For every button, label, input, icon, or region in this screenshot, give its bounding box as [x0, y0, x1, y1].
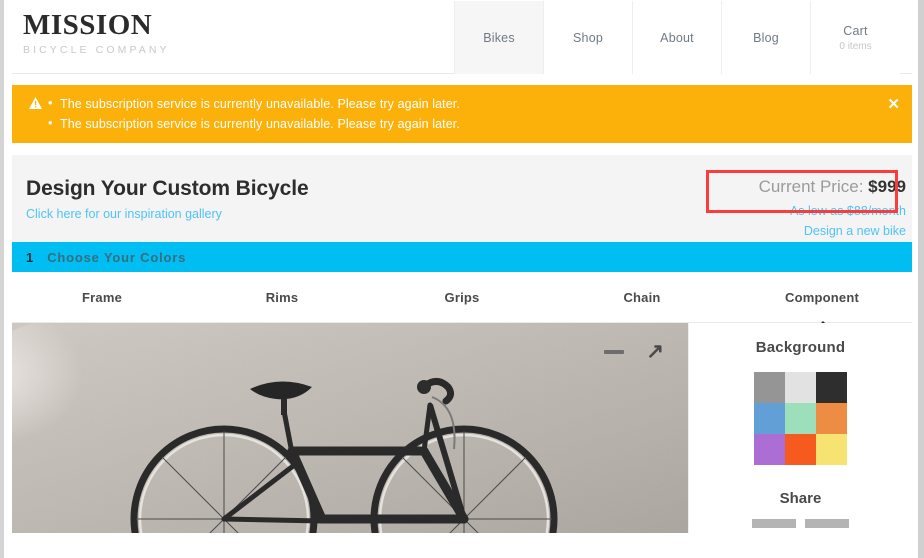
nav-item-about[interactable]: About: [632, 1, 722, 74]
nav-item-label: About: [660, 30, 694, 45]
swatch-purple[interactable]: [754, 434, 785, 465]
tab-frame[interactable]: Frame: [12, 290, 192, 305]
site-header: MISSION BICYCLE COMPANY Bikes Shop About…: [12, 0, 912, 74]
swatch-orange[interactable]: [816, 403, 847, 434]
current-price-value: $999: [868, 177, 906, 196]
zoom-out-icon[interactable]: [604, 349, 625, 354]
current-price: Current Price: $999: [759, 177, 906, 197]
background-heading: Background: [755, 339, 846, 356]
swatch-gray[interactable]: [754, 372, 785, 403]
share-button-left[interactable]: [752, 519, 796, 528]
alert-message: The subscription service is currently un…: [46, 93, 460, 114]
page-content: MISSION BICYCLE COMPANY Bikes Shop About…: [12, 0, 912, 558]
bike-builder: ↗ Background Share: [12, 323, 912, 533]
browser-scrollbar[interactable]: [918, 0, 924, 558]
alert-banner: The subscription service is currently un…: [12, 85, 912, 143]
warning-triangle-icon: [24, 94, 46, 143]
browser-left-gutter: [4, 0, 12, 558]
browser-right-gutter: [912, 0, 918, 558]
current-price-label: Current Price:: [758, 177, 864, 196]
page-title-bar: Design Your Custom Bicycle Click here fo…: [12, 155, 912, 242]
nav-item-label: Blog: [753, 30, 779, 45]
part-tab-bar: Frame Rims Grips Chain Component: [12, 272, 912, 326]
nav-item-cart[interactable]: Cart 0 items: [810, 1, 900, 74]
swatch-red-orange[interactable]: [785, 434, 816, 465]
tab-component[interactable]: Component: [732, 290, 912, 305]
cart-item-count: 0 items: [839, 40, 872, 52]
close-icon[interactable]: ✕: [887, 97, 900, 112]
nav-item-shop[interactable]: Shop: [543, 1, 633, 74]
price-block: Current Price: $999 As low as $88/month …: [759, 177, 906, 238]
logo-tagline: BICYCLE COMPANY: [23, 43, 170, 56]
main-nav: Bikes Shop About Blog Cart 0 items: [454, 1, 900, 74]
nav-item-label: Cart: [843, 23, 868, 38]
step-bar-choose-colors: 1 Choose Your Colors: [12, 242, 912, 272]
share-button-row: [752, 519, 849, 528]
nav-item-bikes[interactable]: Bikes: [454, 1, 544, 74]
logo-wordmark: MISSION: [23, 9, 153, 41]
step-label: Choose Your Colors: [47, 249, 187, 265]
swatch-charcoal[interactable]: [816, 372, 847, 403]
preview-controls: ↗: [604, 341, 664, 362]
nav-item-label: Shop: [573, 30, 603, 45]
background-swatch-grid: [754, 372, 847, 465]
share-button-right[interactable]: [805, 519, 849, 528]
nav-item-label: Bikes: [483, 30, 515, 45]
alert-message-list: The subscription service is currently un…: [46, 93, 460, 143]
site-logo[interactable]: MISSION BICYCLE COMPANY: [23, 9, 170, 56]
nav-item-blog[interactable]: Blog: [721, 1, 811, 74]
tab-rims[interactable]: Rims: [192, 290, 372, 305]
step-number: 1: [26, 249, 34, 265]
financing-link[interactable]: As low as $88/month: [759, 204, 906, 218]
design-new-bike-link[interactable]: Design a new bike: [759, 224, 906, 238]
inspiration-gallery-link[interactable]: Click here for our inspiration gallery: [26, 207, 222, 221]
bike-preview-image[interactable]: ↗: [12, 323, 688, 533]
swatch-yellow[interactable]: [816, 434, 847, 465]
swatch-blue[interactable]: [754, 403, 785, 434]
alert-message: The subscription service is currently un…: [46, 113, 460, 134]
swatch-light-gray[interactable]: [785, 372, 816, 403]
swatch-mint[interactable]: [785, 403, 816, 434]
tab-grips[interactable]: Grips: [372, 290, 552, 305]
expand-arrow-icon[interactable]: ↗: [646, 341, 664, 362]
tab-chain[interactable]: Chain: [552, 290, 732, 305]
options-panel: Background Share: [688, 323, 912, 533]
browser-viewport: MISSION BICYCLE COMPANY Bikes Shop About…: [0, 0, 924, 558]
share-heading: Share: [779, 490, 822, 507]
